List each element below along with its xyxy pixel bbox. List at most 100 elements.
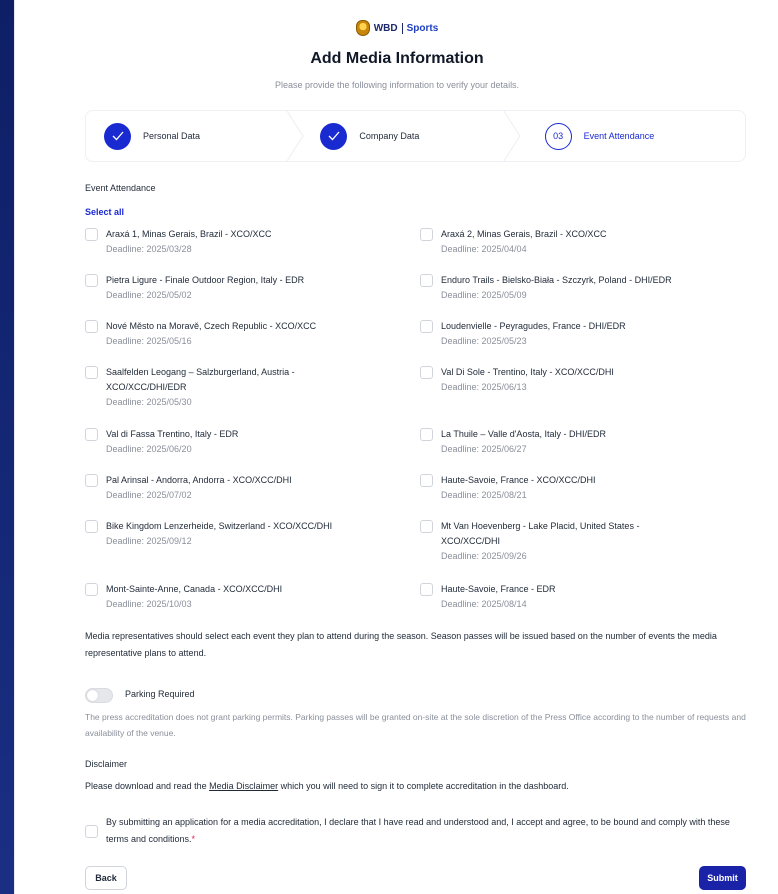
event-name: Saalfelden Leogang – Salzburgerland, Aus… [106,367,295,377]
event-name: Val Di Sole - Trentino, Italy - XCO/XCC/… [441,367,614,377]
events-note: Media representatives should select each… [85,631,717,658]
select-all-link[interactable]: Select all [85,207,124,217]
disclaimer-label: Disclaimer [85,759,128,769]
wb-shield-icon [355,20,370,36]
event-name: Val di Fassa Trentino, Italy - EDR [106,429,239,439]
event-item: Pal Arinsal - Andorra, Andorra - XCO/XCC… [85,473,405,503]
event-name-cont: XCO/XCC/DHI [441,536,501,546]
event-name: Pietra Ligure - Finale Outdoor Region, I… [106,275,305,285]
event-name: La Thuile – Valle d'Aosta, Italy - DHI/E… [441,429,606,439]
required-mark: * [191,834,196,844]
event-item: Saalfelden Leogang – Salzburgerland, Aus… [85,365,405,410]
event-text: La Thuile – Valle d'Aosta, Italy - DHI/E… [441,427,606,457]
event-deadline: Deadline: 2025/06/27 [441,444,527,454]
event-deadline: Deadline: 2025/07/02 [106,490,192,500]
event-text: Araxá 1, Minas Gerais, Brazil - XCO/XCC D… [106,227,272,257]
event-text: Mt Van Hoevenberg - Lake Placid, United … [441,519,639,564]
event-checkbox[interactable] [420,428,433,441]
event-text: Haute-Savoie, France - EDR Deadline: 2025… [441,582,556,612]
step-label: Personal Data [143,131,201,141]
event-checkbox[interactable] [420,320,433,333]
event-name: Nové Město na Moravě, Czech Republic - X… [106,321,317,331]
event-text: Haute-Savoie, France - XCO/XCC/DHI Deadli… [441,473,596,503]
event-name: Araxá 1, Minas Gerais, Brazil - XCO/XCC [106,229,272,239]
event-text: Pal Arinsal - Andorra, Andorra - XCO/XCC… [106,473,292,503]
event-item: Val Di Sole - Trentino, Italy - XCO/XCC/… [420,365,740,395]
event-checkbox[interactable] [420,274,433,287]
event-item: Araxá 1, Minas Gerais, Brazil - XCO/XCC D… [85,227,405,257]
event-text: Enduro Trails - Bielsko-Biała - Szczyrk,… [441,273,672,303]
event-deadline: Deadline: 2025/04/04 [441,244,527,254]
event-text: Val di Fassa Trentino, Italy - EDR Deadli… [106,427,238,457]
event-item: Haute-Savoie, France - XCO/XCC/DHI Deadli… [420,473,740,503]
event-checkbox[interactable] [85,520,98,533]
progress-stepper: Personal Data Company Data 03 Event Atte… [85,110,746,162]
toggle-knob [87,690,98,701]
event-deadline: Deadline: 2025/09/12 [106,536,192,546]
event-text: Nové Město na Moravě, Czech Republic - X… [106,319,316,349]
disclaimer-text-after: which you will need to sign it to comple… [278,781,569,791]
event-item: Mont-Sainte-Anne, Canada - XCO/XCC/DHI De… [85,582,405,612]
event-text: Araxá 2, Minas Gerais, Brazil - XCO/XCC D… [441,227,607,257]
event-item: Enduro Trails - Bielsko-Biała - Szczyrk,… [420,273,740,303]
disclaimer-text-before: Please download and read the [85,781,210,791]
event-checkbox[interactable] [85,474,98,487]
parking-toggle[interactable] [85,688,113,703]
event-deadline: Deadline: 2025/10/03 [106,599,192,609]
event-checkbox[interactable] [420,228,433,241]
step-company-data[interactable]: Company Data [304,111,521,161]
agree-terms: By submitting an application for a media… [85,814,751,848]
event-deadline: Deadline: 2025/08/21 [441,490,527,500]
event-name: Haute-Savoie, France - EDR [441,584,556,594]
event-checkbox[interactable] [85,428,98,441]
event-checkbox[interactable] [85,274,98,287]
step-divider [503,111,521,161]
disclaimer-text: Please download and read the Media Discl… [85,778,751,795]
event-deadline: Deadline: 2025/05/09 [441,290,527,300]
event-deadline: Deadline: 2025/03/28 [106,244,192,254]
event-name: Enduro Trails - Bielsko-Biała - Szczyrk,… [441,275,672,285]
brand-logo: WBD Sports [15,20,778,36]
step-event-attendance[interactable]: 03 Event Attendance [521,111,745,161]
event-text: Pietra Ligure - Finale Outdoor Region, I… [106,273,304,303]
event-item: Mt Van Hoevenberg - Lake Placid, United … [420,519,740,564]
event-deadline: Deadline: 2025/05/23 [441,336,527,346]
event-checkbox[interactable] [85,583,98,596]
event-checkbox[interactable] [85,228,98,241]
step-personal-data[interactable]: Personal Data [86,111,304,161]
event-checkbox[interactable] [85,320,98,333]
agree-text: By submitting an application for a media… [106,814,751,848]
event-name: Loudenvielle - Peyragudes, France - DHI/… [441,321,626,331]
media-disclaimer-link[interactable]: Media Disclaimer [209,781,278,791]
step-label: Company Data [359,131,420,141]
event-text: Loudenvielle - Peyragudes, France - DHI/… [441,319,626,349]
event-name: Araxá 2, Minas Gerais, Brazil - XCO/XCC [441,229,607,239]
event-deadline: Deadline: 2025/08/14 [441,599,527,609]
brand-divider [401,22,403,34]
event-item: Bike Kingdom Lenzerheide, Switzerland - … [85,519,405,549]
event-text: Val Di Sole - Trentino, Italy - XCO/XCC/… [441,365,614,395]
event-text: Mont-Sainte-Anne, Canada - XCO/XCC/DHI De… [106,582,282,612]
event-checkbox[interactable] [420,366,433,379]
event-checkbox[interactable] [85,366,98,379]
event-text: Bike Kingdom Lenzerheide, Switzerland - … [106,519,332,549]
back-button[interactable]: Back [85,866,127,890]
event-deadline: Deadline: 2025/05/16 [106,336,192,346]
event-deadline: Deadline: 2025/09/26 [441,551,527,561]
event-name: Mont-Sainte-Anne, Canada - XCO/XCC/DHI [106,584,283,594]
step-divider [286,111,304,161]
event-name: Mt Van Hoevenberg - Lake Placid, United … [441,521,640,531]
page-title: Add Media Information [310,50,484,67]
agree-checkbox[interactable] [85,825,98,838]
event-item: Pietra Ligure - Finale Outdoor Region, I… [85,273,405,303]
event-name-cont: XCO/XCC/DHI/EDR [106,382,187,392]
event-checkbox[interactable] [420,474,433,487]
parking-note: The press accreditation does not grant p… [85,712,746,738]
submit-button[interactable]: Submit [699,866,746,890]
form-card: WBD Sports Add Media Information Please … [14,0,778,894]
event-deadline: Deadline: 2025/05/02 [106,290,192,300]
event-checkbox[interactable] [420,583,433,596]
event-checkbox[interactable] [420,520,433,533]
parking-label: Parking Required [125,689,195,699]
event-text: Saalfelden Leogang – Salzburgerland, Aus… [106,365,295,410]
